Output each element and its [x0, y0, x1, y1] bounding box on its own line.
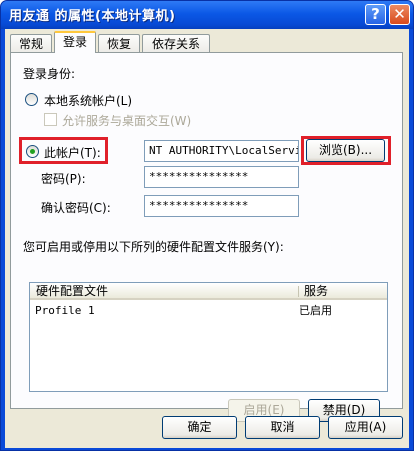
- service-cell: 已启用: [299, 304, 332, 317]
- hardware-profile-caption: 您可启用或停用以下所列的硬件配置文件服务(Y):: [23, 240, 284, 254]
- column-header-profile[interactable]: 硬件配置文件: [30, 283, 298, 300]
- login-tab-panel: 登录身份: 本地系统帐户(L) 允许服务与桌面交互(W) 此帐户(T): NT …: [10, 52, 403, 422]
- tab-recovery[interactable]: 恢复: [98, 34, 140, 53]
- list-header: 硬件配置文件 服务: [30, 283, 387, 300]
- logon-as-label: 登录身份:: [23, 67, 76, 81]
- this-account-label: 此帐户(T):: [44, 146, 101, 160]
- properties-window: 用友通 的属性(本地计算机) ? ✕ 常规 登录 恢复 依存关系 登录身份: 本…: [0, 0, 414, 451]
- tab-general[interactable]: 常规: [10, 34, 52, 53]
- dialog-client-area: 常规 登录 恢复 依存关系 登录身份: 本地系统帐户(L) 允许服务与桌面交互(…: [5, 29, 409, 448]
- window-title: 用友通 的属性(本地计算机): [9, 9, 176, 24]
- column-header-service[interactable]: 服务: [298, 283, 386, 300]
- tab-login[interactable]: 登录: [54, 31, 96, 53]
- confirm-password-label: 确认密码(C):: [41, 201, 111, 215]
- local-system-radio[interactable]: [25, 93, 38, 106]
- allow-desktop-checkbox[interactable]: [44, 113, 57, 126]
- apply-button[interactable]: 应用(A): [328, 416, 403, 439]
- cancel-button[interactable]: 取消: [245, 416, 320, 439]
- this-account-radio[interactable]: [26, 145, 39, 158]
- browse-button[interactable]: 浏览(B)...: [306, 139, 385, 162]
- tab-dependencies[interactable]: 依存关系: [142, 34, 210, 53]
- help-button[interactable]: ?: [365, 4, 386, 25]
- local-system-label: 本地系统帐户(L): [44, 94, 133, 108]
- ok-button[interactable]: 确定: [162, 416, 237, 439]
- password-label: 密码(P):: [41, 172, 86, 186]
- hardware-profile-list[interactable]: 硬件配置文件 服务 Profile 1 已启用: [29, 282, 388, 392]
- password-input[interactable]: ***************: [144, 166, 299, 188]
- title-bar[interactable]: 用友通 的属性(本地计算机) ? ✕: [1, 1, 413, 29]
- close-button[interactable]: ✕: [389, 4, 410, 25]
- table-row[interactable]: Profile 1 已启用: [31, 303, 386, 318]
- confirm-password-input[interactable]: ***************: [144, 195, 299, 217]
- profile-cell: Profile 1: [35, 304, 95, 317]
- account-input[interactable]: NT AUTHORITY\LocalService: [144, 140, 299, 162]
- allow-desktop-label: 允许服务与桌面交互(W): [62, 114, 192, 128]
